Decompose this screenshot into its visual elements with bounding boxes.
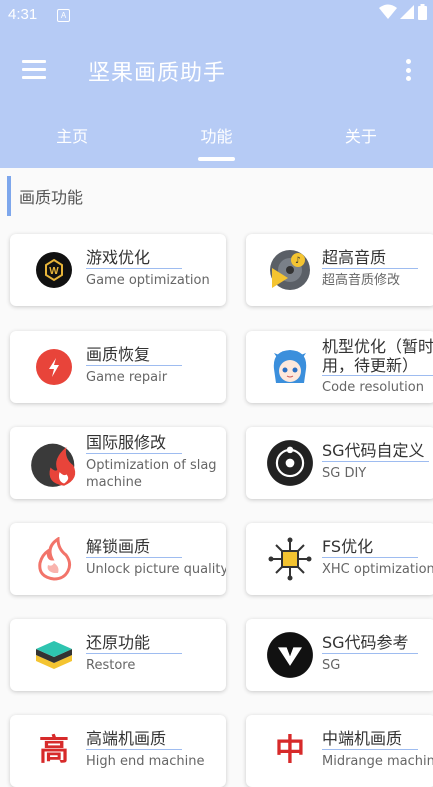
card-title: SG代码参考 [322, 633, 418, 654]
status-a-icon: A [57, 9, 70, 22]
wzry-logo-icon: W [36, 252, 72, 288]
card-fs-optimization[interactable]: FS优化 XHC optimization [246, 523, 433, 595]
zhong-char-icon: 中 [275, 733, 305, 768]
tab-home[interactable]: 主页 [0, 112, 144, 162]
v-logo-icon [267, 632, 313, 678]
card-subtitle: Code resolution [322, 380, 424, 395]
wifi-icon [379, 4, 397, 19]
card-subtitle: Game repair [86, 370, 168, 385]
card-title: 机型优化（暂时用，待更新） [322, 337, 433, 376]
more-options-icon[interactable] [405, 59, 411, 81]
card-subtitle: High end machine [86, 754, 205, 769]
card-international-server[interactable]: 国际服修改 Optimization of slag machine [10, 427, 226, 499]
tab-indicator [198, 157, 235, 161]
section-header: 画质功能 [7, 176, 83, 216]
card-subtitle: 超高音质修改 [322, 273, 401, 288]
signal-icon [400, 5, 414, 19]
battery-icon [418, 4, 427, 20]
lightning-icon [36, 349, 72, 385]
card-subtitle: Optimization of slag machine [86, 458, 217, 490]
card-subtitle: XHC optimization [322, 562, 433, 577]
card-title: 还原功能 [86, 633, 182, 654]
card-title: 超高音质 [322, 248, 418, 269]
tab-about[interactable]: 关于 [289, 112, 433, 162]
tab-bar: 主页 功能 关于 [0, 112, 433, 162]
svg-text:W: W [49, 266, 59, 277]
card-title: 高端机画质 [86, 729, 182, 750]
fire-outline-icon [38, 537, 72, 581]
menu-icon[interactable] [22, 60, 46, 80]
card-title: FS优化 [322, 537, 418, 558]
gao-char-icon: 高 [39, 733, 69, 768]
flame-circle-icon [31, 443, 76, 487]
anime-avatar-icon [273, 350, 307, 383]
card-title: 国际服修改 [86, 433, 182, 454]
status-icons [379, 4, 427, 20]
card-restore[interactable]: 还原功能 Restore [10, 619, 226, 691]
card-game-optimization[interactable]: W 游戏优化 Game optimization [10, 234, 226, 306]
section-accent-bar [7, 176, 11, 216]
card-high-quality-audio[interactable]: ♪ 超高音质 超高音质修改 [246, 234, 433, 306]
card-subtitle: SG DIY [322, 466, 367, 481]
card-sg-code-custom[interactable]: SG代码自定义 SG DIY [246, 427, 433, 499]
music-disc-icon: ♪ [270, 250, 310, 290]
svg-text:♪: ♪ [295, 256, 301, 266]
card-subtitle: SG [322, 658, 341, 673]
card-high-end-quality[interactable]: 高 高端机画质 High end machine [10, 715, 226, 787]
card-sg-code-reference[interactable]: SG代码参考 SG [246, 619, 433, 691]
card-title: 画质恢复 [86, 345, 182, 366]
card-title: 解锁画质 [86, 537, 182, 558]
card-subtitle: Restore [86, 658, 136, 673]
orbit-icon [267, 440, 313, 486]
card-subtitle: Midrange machine [322, 754, 433, 769]
card-unlock-quality[interactable]: 解锁画质 Unlock picture quality [10, 523, 226, 595]
status-time: 4:31 [8, 6, 38, 23]
section-title: 画质功能 [19, 188, 84, 207]
card-mid-range-quality[interactable]: 中 中端机画质 Midrange machine [246, 715, 433, 787]
card-game-repair[interactable]: 画质恢复 Game repair [10, 331, 226, 403]
chip-icon [268, 537, 312, 581]
card-subtitle: Unlock picture quality [86, 562, 226, 577]
card-title: SG代码自定义 [322, 441, 429, 462]
card-subtitle: Game optimization [86, 273, 210, 288]
app-title: 坚果画质助手 [88, 61, 227, 86]
card-model-optimization[interactable]: 机型优化（暂时用，待更新） Code resolution [246, 331, 433, 403]
tab-features[interactable]: 功能 [144, 112, 288, 162]
layers-icon [36, 641, 72, 669]
card-title: 游戏优化 [86, 248, 182, 269]
card-title: 中端机画质 [322, 729, 418, 750]
app-header: 4:31 A 坚果画质助手 主页 功能 关于 [0, 0, 433, 168]
